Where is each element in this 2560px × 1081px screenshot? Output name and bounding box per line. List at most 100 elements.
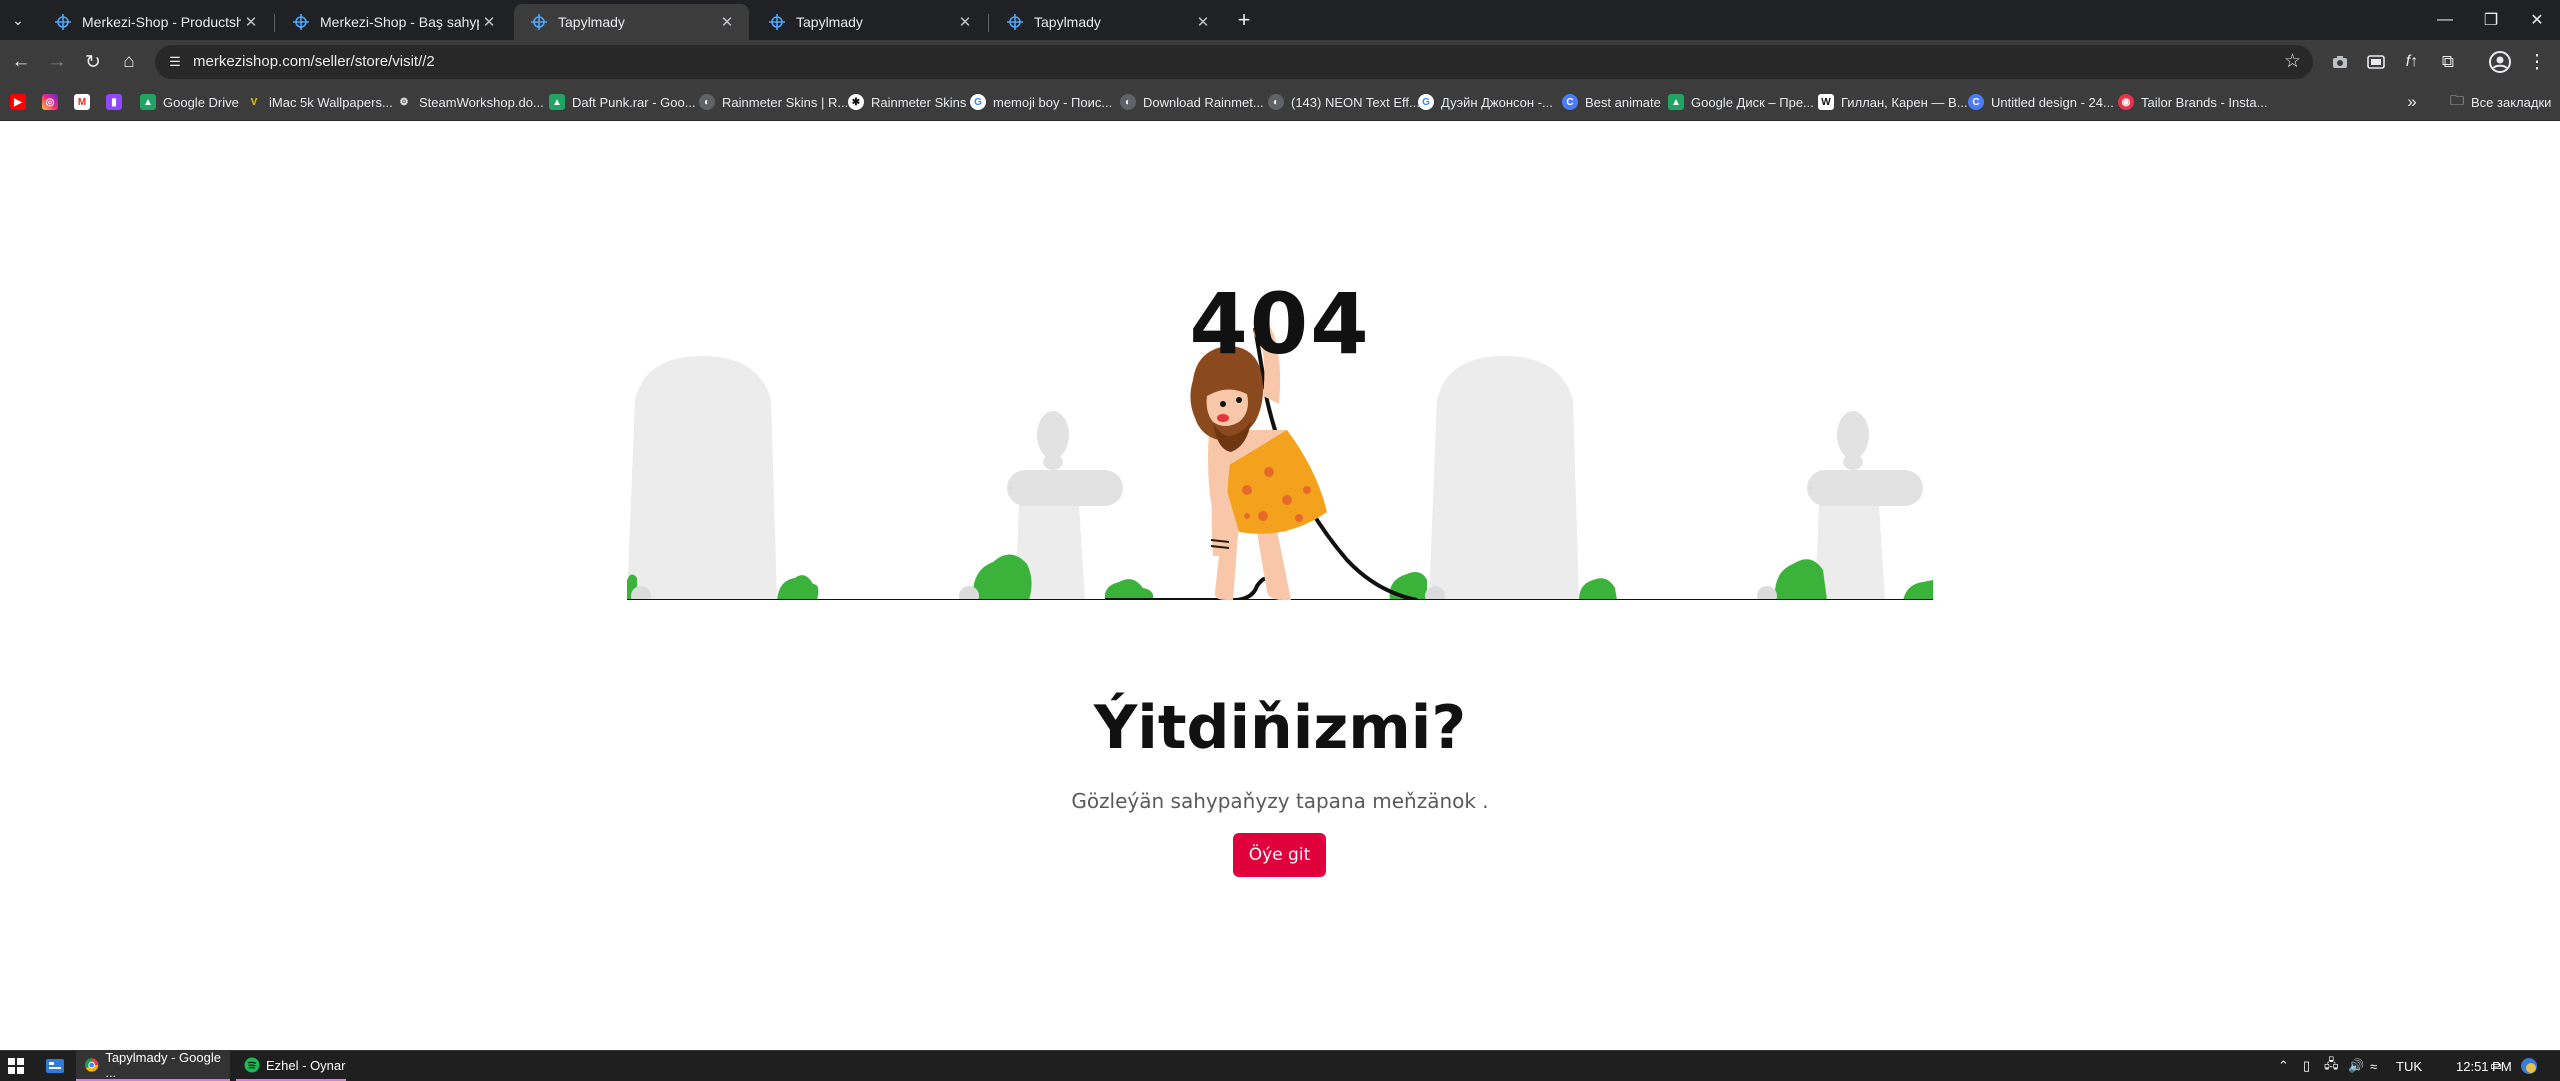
- google-icon: G: [1418, 94, 1434, 110]
- site-info-icon[interactable]: ☰: [165, 52, 185, 72]
- bookmarks-overflow-chevron-icon[interactable]: »: [2400, 90, 2424, 114]
- copilot-glyph-icon: [2521, 1058, 2537, 1074]
- bookmark-label: Rainmeter Skins: [871, 94, 967, 110]
- tab-merkezi-home[interactable]: Merkezi-Shop - Baş sahypa ✕: [276, 4, 511, 40]
- error-message: Gözleýän sahypaňyzy tapana meňzänok .: [1071, 789, 1489, 813]
- back-arrow-icon[interactable]: ←: [6, 47, 36, 77]
- minimize-icon[interactable]: —: [2422, 0, 2468, 40]
- font-extension-icon[interactable]: f↑: [2397, 47, 2427, 77]
- tab-title: Merkezi-Shop - Baş sahypa: [320, 14, 479, 30]
- taskbar-spotify-window[interactable]: Ezhel - Oynar: [236, 1051, 346, 1081]
- tab-divider: [274, 14, 275, 32]
- bookmark-label: Rainmeter Skins | R...: [722, 94, 849, 110]
- tab-strip: ⌄ Merkezi-Shop - Productshli önü ✕ Merke…: [0, 0, 2560, 40]
- bookmark-steam-workshop[interactable]: ⚙ SteamWorkshop.do...: [396, 84, 544, 120]
- clock-time[interactable]: 12:51 PM: [2456, 1051, 2512, 1081]
- reload-icon[interactable]: ↻: [78, 47, 108, 77]
- taskbar-item-label: Ezhel - Oynar: [266, 1057, 346, 1073]
- notification-center-icon[interactable]: ▭: [2490, 1051, 2502, 1081]
- go-home-button[interactable]: Öýe git: [1233, 833, 1326, 877]
- bookmark-gillan[interactable]: W Гиллан, Карен — В...: [1818, 84, 1968, 120]
- camera-icon: [2333, 56, 2347, 68]
- twitch-icon: ▮: [106, 94, 122, 110]
- google-icon: G: [970, 94, 986, 110]
- taskbar-chrome-window[interactable]: Tapylmady - Google ...: [76, 1050, 230, 1081]
- tray-overflow-chevron-icon[interactable]: ⌃: [2278, 1051, 2289, 1081]
- bookmark-neon-text[interactable]: ◐ (143) NEON Text Eff...: [1268, 84, 1420, 120]
- instagram-icon: ◎: [42, 94, 58, 110]
- bookmark-memoji[interactable]: Gmemoji boy - Поис...: [970, 84, 1112, 120]
- tab-close-icon[interactable]: ✕: [241, 12, 261, 32]
- all-bookmarks-label: Все закладки: [2471, 94, 2552, 110]
- merkezi-favicon-icon: [55, 14, 71, 30]
- new-tab-button[interactable]: +: [1230, 7, 1258, 32]
- tab-close-icon[interactable]: ✕: [717, 12, 737, 32]
- bookmark-dwayne[interactable]: G Дуэйн Джонсон -...: [1418, 84, 1553, 120]
- bookmark-label: memoji boy - Поис...: [993, 94, 1113, 110]
- bookmark-google-disk[interactable]: ▲ Google Диск – Пре...: [1668, 84, 1814, 120]
- menu-kebab-icon[interactable]: ⋮: [2522, 47, 2552, 77]
- bookmark-label: Google Drive: [163, 94, 239, 110]
- tab-close-icon[interactable]: ✕: [955, 12, 975, 32]
- bookmark-instagram[interactable]: ◎: [42, 84, 65, 120]
- bookmark-download-rainmeter[interactable]: ◐ Download Rainmet...: [1120, 84, 1264, 120]
- bookmark-daft-punk[interactable]: ▲ Daft Punk.rar - Goo...: [549, 84, 696, 120]
- tab-merkezi-product[interactable]: Merkezi-Shop - Productshli önü ✕: [38, 4, 273, 40]
- bookmark-untitled-design[interactable]: C Untitled design - 24...: [1968, 84, 2114, 120]
- bookmark-imac-wallpapers[interactable]: ViMac 5k Wallpapers...: [246, 84, 393, 120]
- extensions-puzzle-icon[interactable]: ⧉: [2433, 47, 2463, 77]
- bookmark-rainmeter-skins[interactable]: ✱ Rainmeter Skins: [848, 84, 966, 120]
- address-url[interactable]: merkezishop.com/seller/store/visit//2: [193, 53, 435, 70]
- battery-icon[interactable]: ▯: [2303, 1051, 2310, 1081]
- start-button[interactable]: [8, 1051, 24, 1081]
- bookmark-google-drive[interactable]: ▲ Google Drive: [140, 84, 239, 120]
- bookmark-label: Дуэйн Джонсон -...: [1441, 94, 1553, 110]
- restore-icon[interactable]: ❐: [2468, 0, 2514, 40]
- bookmarks-bar: ▶ ◎ M ▮ ▲ Google Drive ViMac 5k Wallpaper…: [0, 84, 2560, 121]
- globe-icon: ◐: [699, 94, 715, 110]
- bookmark-rainmeter-skins-r[interactable]: ◐ Rainmeter Skins | R...: [699, 84, 848, 120]
- close-window-icon[interactable]: ✕: [2514, 0, 2560, 40]
- bookmark-twitch[interactable]: ▮: [106, 84, 129, 120]
- tab-divider: [988, 14, 989, 32]
- tab-search-chevron-icon[interactable]: ⌄: [6, 8, 30, 32]
- tray-app-icon[interactable]: ≈: [2370, 1051, 2377, 1081]
- bookmark-best-animate[interactable]: C Best animate: [1562, 84, 1661, 120]
- steam-icon: ⚙: [399, 96, 409, 108]
- bookmark-tailor-brands[interactable]: ◉ Tailor Brands - Insta...: [2118, 84, 2267, 120]
- bookmark-gmail[interactable]: M: [74, 84, 97, 120]
- globe-icon: ◐: [1268, 94, 1284, 110]
- windows-logo-icon: [8, 1058, 24, 1074]
- camera-extension-icon[interactable]: [2325, 47, 2355, 77]
- tab-close-icon[interactable]: ✕: [1193, 12, 1213, 32]
- stone-stack-right: [1807, 411, 1923, 600]
- tab-tapylmady-2[interactable]: Tapylmady ✕: [752, 4, 987, 40]
- bookmark-label: iMac 5k Wallpapers...: [269, 94, 393, 110]
- windows-taskbar: Tapylmady - Google ... Ezhel - Oynar ⌃ ▯…: [0, 1050, 2560, 1081]
- address-bar[interactable]: ☰ merkezishop.com/seller/store/visit//2 …: [155, 45, 2313, 79]
- copilot-icon[interactable]: [2520, 1051, 2538, 1081]
- profile-avatar-icon[interactable]: [2485, 47, 2515, 77]
- bookmark-label: Untitled design - 24...: [1991, 94, 2114, 110]
- tab-title: Tapylmady: [796, 14, 863, 30]
- widgets-button[interactable]: [46, 1051, 64, 1081]
- taskbar-item-label: Tapylmady - Google ...: [105, 1050, 221, 1080]
- avatar: [2489, 51, 2511, 73]
- bookmark-youtube[interactable]: ▶: [10, 84, 33, 120]
- forward-arrow-icon[interactable]: →: [42, 47, 72, 77]
- screen-cast-icon[interactable]: [2361, 47, 2391, 77]
- input-language[interactable]: TUK: [2396, 1051, 2422, 1081]
- bookmark-label: Daft Punk.rar - Goo...: [572, 94, 696, 110]
- rainmeter-icon: ✱: [848, 94, 864, 110]
- tab-close-icon[interactable]: ✕: [479, 12, 499, 32]
- tab-tapylmady-3[interactable]: Tapylmady ✕: [990, 4, 1225, 40]
- tab-tapylmady-active[interactable]: Tapylmady ✕: [514, 4, 749, 40]
- home-icon[interactable]: ⌂: [114, 47, 144, 77]
- volume-icon[interactable]: 🔊: [2348, 1051, 2364, 1081]
- merkezi-favicon-icon: [769, 14, 785, 30]
- bookmark-star-icon[interactable]: ☆: [2284, 50, 2301, 73]
- all-bookmarks-button[interactable]: 🗀 Все закладки: [2450, 84, 2551, 120]
- bookmark-label: Best animate: [1585, 94, 1661, 110]
- network-icon[interactable]: 🖧: [2324, 1051, 2339, 1081]
- bookmark-label: Google Диск – Пре...: [1691, 94, 1814, 110]
